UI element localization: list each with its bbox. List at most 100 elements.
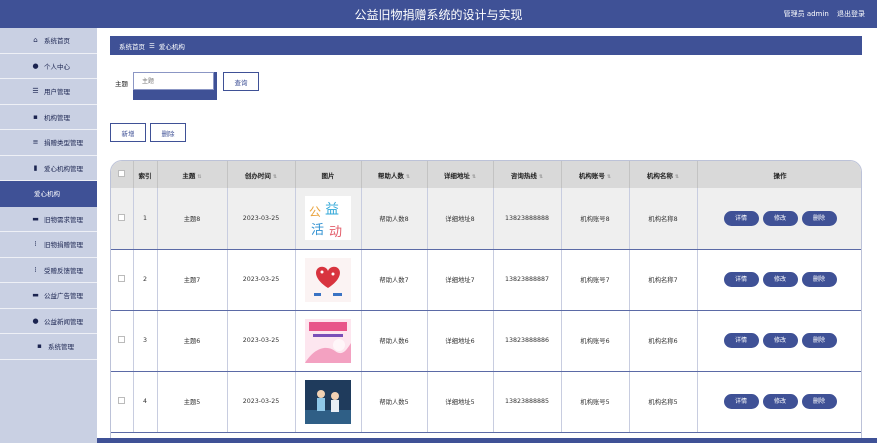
sidebar-item-charity-org-mgmt[interactable]: ▮ 爱心机构管理 <box>0 156 97 181</box>
edit-button[interactable]: 修改 <box>762 333 798 348</box>
cell-address: 详细地址5 <box>427 371 494 433</box>
sidebar-item-charity-org[interactable]: 爱心机构 <box>0 181 97 207</box>
col-hotline[interactable]: 咨询热线 ⇅ <box>493 161 562 188</box>
sidebar-item-home[interactable]: ⌂ 系统首页 <box>0 28 97 54</box>
cell-hotline: 13823888885 <box>493 371 562 433</box>
delete-button[interactable]: 删除 <box>801 272 837 287</box>
sidebar-item-feedback[interactable]: ⁞ 受赠反馈管理 <box>0 258 97 283</box>
card-icon: ▬ <box>32 214 39 223</box>
detail-button[interactable]: 详情 <box>723 394 759 409</box>
select-all-cell <box>111 161 134 188</box>
col-actions: 操作 <box>697 161 861 188</box>
detail-button[interactable]: 详情 <box>723 210 759 226</box>
clipboard-icon: ▪ <box>37 342 42 351</box>
poster-image <box>305 318 351 363</box>
sort-icon: ⇅ <box>272 173 278 180</box>
sidebar-item-orgs[interactable]: ▪ 机构管理 <box>0 105 97 130</box>
sidebar: ⌂ 系统首页 ● 个人中心 ☰ 用户管理 ▪ 机构管理 ≡ 捐赠类型管理 ▮ 爱心机构管理 … <box>0 28 97 443</box>
cell-actions: 详情 修改 删除 <box>697 249 861 311</box>
cell-name: 机构名称6 <box>629 310 698 372</box>
row-checkbox[interactable] <box>118 275 126 282</box>
cell-actions: 详情 修改 删除 <box>697 371 861 433</box>
cell-name: 机构名称7 <box>629 249 698 311</box>
sidebar-item-label: 用户管理 <box>44 88 70 97</box>
sidebar-item-system[interactable]: ▪ 系统管理 <box>0 334 97 360</box>
sort-icon: ⇅ <box>197 173 202 180</box>
main-area: 系统首页 ☰ 爱心机构 主题 查询 新增 删除 索引 主题⇅ 创办时间⇅ <box>97 28 877 443</box>
query-button[interactable]: 查询 <box>223 72 259 91</box>
cell-date: 2023-03-25 <box>227 188 296 250</box>
logout-link[interactable]: 退出登录 <box>837 10 865 18</box>
sidebar-item-news[interactable]: ● 公益新闻管理 <box>0 309 97 334</box>
content-panel: 系统首页 ☰ 爱心机构 主题 查询 新增 删除 索引 主题⇅ 创办时间⇅ <box>97 28 877 443</box>
cell-theme: 主题7 <box>157 249 228 311</box>
row-checkbox[interactable] <box>118 213 126 221</box>
current-user: 管理员 admin <box>783 10 829 18</box>
sidebar-item-users[interactable]: ☰ 用户管理 <box>0 79 97 105</box>
col-name[interactable]: 机构名称 ⇅ <box>629 161 698 188</box>
svg-text:益: 益 <box>325 202 339 218</box>
data-table: 索引 主题 ⇅ 创办时间 ⇅ 图片 帮助人数 ⇅ 详细地址 ⇅ 咨询热线 ⇅ 机构账号 ⇅ … <box>110 160 862 443</box>
sidebar-item-label: 旧物捐赠管理 <box>44 241 83 250</box>
delete-button[interactable]: 删除 <box>801 333 837 348</box>
col-index: 索引 <box>133 161 158 188</box>
table-header-row: 索引 主题 ⇅ 创办时间 ⇅ 图片 帮助人数 ⇅ 详细地址 ⇅ 咨询热线 ⇅ 机构账号 ⇅ … <box>111 161 861 188</box>
edit-button[interactable]: 修改 <box>762 272 798 287</box>
breadcrumb: 系统首页 ☰ 爱心机构 <box>110 36 862 55</box>
top-bar: 公益旧物捐赠系统的设计与实现 管理员 admin 退出登录 <box>0 0 877 28</box>
cell-account: 机构账号8 <box>561 188 630 250</box>
col-date[interactable]: 创办时间 ⇅ <box>227 161 296 188</box>
list-icon: ≡ <box>32 138 39 147</box>
svg-text:公: 公 <box>309 205 321 219</box>
cell-name: 机构名称8 <box>629 188 698 250</box>
col-theme[interactable]: 主题 ⇅ <box>157 161 228 188</box>
sidebar-item-profile[interactable]: ● 个人中心 <box>0 54 97 79</box>
delete-button[interactable]: 删除 <box>801 210 837 226</box>
select-all-checkbox[interactable] <box>118 170 126 177</box>
user-icon: ● <box>32 61 39 70</box>
cell-theme: 主题5 <box>157 371 228 433</box>
sidebar-item-needs[interactable]: ▬ 旧物需求管理 <box>0 207 97 232</box>
sidebar-item-label: 爱心机构管理 <box>44 164 83 173</box>
sidebar-item-ads[interactable]: ▬ 公益广告管理 <box>0 283 97 309</box>
row-checkbox[interactable] <box>118 397 126 404</box>
sidebar-item-label: 爱心机构 <box>34 190 60 199</box>
table-row: 3 主题6 2023-03-25 帮助人数6 详细地址6 13823888886… <box>111 310 861 372</box>
cell-date: 2023-03-25 <box>227 371 296 433</box>
edit-button[interactable]: 修改 <box>762 210 798 226</box>
cell-address: 详细地址7 <box>427 249 494 311</box>
add-button[interactable]: 新增 <box>110 123 146 142</box>
col-account[interactable]: 机构账号 ⇅ <box>561 161 630 188</box>
cell-address: 详细地址8 <box>427 188 494 250</box>
cell-date: 2023-03-25 <box>227 249 296 311</box>
batch-delete-button[interactable]: 删除 <box>150 123 186 142</box>
col-helped[interactable]: 帮助人数 ⇅ <box>361 161 428 188</box>
clipboard-icon: ▪ <box>33 112 38 121</box>
cell-theme: 主题8 <box>157 188 228 250</box>
user-area: 管理员 admin 退出登录 <box>778 9 865 19</box>
breadcrumb-current: 爱心机构 <box>158 42 185 51</box>
delete-button[interactable]: 删除 <box>801 394 837 409</box>
person-icon: ● <box>32 316 39 325</box>
cell-helped: 帮助人数8 <box>361 188 428 250</box>
detail-button[interactable]: 详情 <box>723 272 759 287</box>
col-label: 创办时间 <box>244 171 271 180</box>
detail-button[interactable]: 详情 <box>723 333 759 348</box>
sidebar-item-donation-types[interactable]: ≡ 捐赠类型管理 <box>0 130 97 156</box>
edit-button[interactable]: 修改 <box>762 394 798 409</box>
cell-index: 2 <box>133 249 158 311</box>
col-address[interactable]: 详细地址 ⇅ <box>427 161 494 188</box>
sort-icon: ⇅ <box>538 173 544 180</box>
sidebar-item-label: 系统管理 <box>48 343 74 352</box>
sort-icon: ⇅ <box>405 173 411 180</box>
breadcrumb-home[interactable]: 系统首页 <box>119 41 145 51</box>
cell-name: 机构名称5 <box>629 371 698 433</box>
sort-icon: ⇅ <box>471 173 477 180</box>
sidebar-item-donations[interactable]: ⁞ 旧物捐赠管理 <box>0 232 97 258</box>
cell-helped: 帮助人数7 <box>361 249 428 311</box>
sidebar-item-label: 个人中心 <box>44 62 70 71</box>
col-label: 主题 <box>182 171 196 180</box>
search-input[interactable] <box>133 72 214 90</box>
search-box <box>133 72 217 100</box>
row-checkbox[interactable] <box>118 336 126 343</box>
